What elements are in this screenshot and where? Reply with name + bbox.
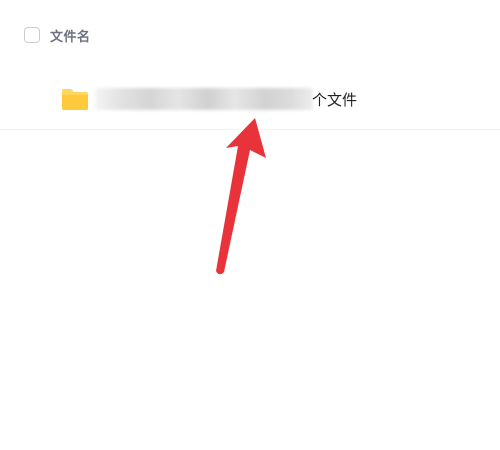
select-all-checkbox[interactable] (24, 27, 40, 43)
folder-icon (60, 87, 90, 111)
redacted-file-name (95, 88, 313, 110)
name-column-header[interactable]: 文件名 (50, 26, 91, 45)
red-arrow-pointer-icon (216, 118, 266, 275)
file-name-label: 个文件 (312, 91, 358, 109)
file-row[interactable]: 个文件 (0, 74, 500, 130)
file-list-header: 文件名 (24, 24, 91, 46)
